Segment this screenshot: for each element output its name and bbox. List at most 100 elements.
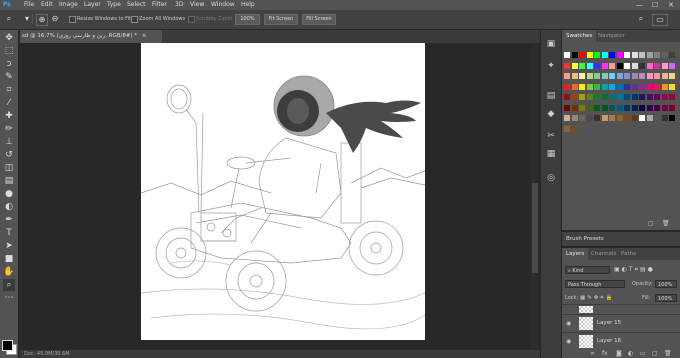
color-swatch[interactable]: [579, 52, 585, 58]
color-swatch[interactable]: [594, 94, 600, 100]
color-swatch[interactable]: [586, 104, 593, 111]
color-swatch[interactable]: [654, 62, 660, 69]
lock-icons[interactable]: ▦✎✥⌗🔒: [580, 294, 614, 302]
tab-channels[interactable]: Channels: [587, 248, 620, 260]
color-swatch[interactable]: [564, 83, 570, 90]
document-size-info[interactable]: Doc: 45.0M/30.6M: [24, 351, 70, 357]
crop-icon[interactable]: ⌗: [3, 84, 15, 96]
fit-screen-button[interactable]: Fit Screen: [264, 14, 298, 25]
menu-help[interactable]: Help: [241, 0, 255, 10]
color-swatch[interactable]: [609, 83, 615, 90]
color-swatch[interactable]: [594, 73, 600, 79]
brush-settings-icon[interactable]: ◆: [545, 108, 557, 120]
color-swatch[interactable]: [564, 104, 570, 111]
menu-layer[interactable]: Layer: [84, 0, 101, 10]
color-swatch[interactable]: [564, 62, 570, 69]
delete-layer-icon[interactable]: 🗑: [664, 349, 672, 358]
color-swatch[interactable]: [631, 52, 638, 58]
color-swatch[interactable]: [639, 73, 645, 79]
visibility-icon[interactable]: ◉: [566, 320, 573, 327]
color-swatch[interactable]: [579, 115, 585, 121]
color-swatch[interactable]: [646, 94, 653, 100]
color-swatch[interactable]: [594, 83, 600, 90]
color-swatch[interactable]: [639, 104, 645, 111]
pen-icon[interactable]: ✒: [3, 214, 15, 226]
color-swatch[interactable]: [594, 115, 600, 121]
menu-select[interactable]: Select: [127, 0, 146, 10]
eyedropper-icon[interactable]: ⁄: [3, 97, 15, 109]
adjustment-layer-icon[interactable]: ◐: [628, 349, 633, 358]
color-swatch[interactable]: [661, 94, 668, 100]
quick-select-icon[interactable]: ✎: [3, 71, 15, 83]
zoom-in-icon[interactable]: ⊕: [36, 14, 48, 26]
color-swatch[interactable]: [646, 83, 653, 90]
color-swatch[interactable]: [661, 83, 668, 90]
color-swatch[interactable]: [571, 115, 578, 121]
path-select-icon[interactable]: ➤: [3, 240, 15, 252]
color-swatch[interactable]: [586, 73, 593, 79]
blur-icon[interactable]: ●: [3, 188, 15, 200]
color-swatch[interactable]: [624, 83, 630, 90]
menu-filter[interactable]: Filter: [152, 0, 167, 10]
hand-icon[interactable]: ✋: [3, 266, 15, 278]
new-group-icon[interactable]: ▭: [640, 349, 646, 358]
close-icon[interactable]: ✕: [668, 0, 674, 10]
color-swatch[interactable]: [616, 62, 623, 69]
color-swatch[interactable]: [601, 62, 608, 69]
maximize-icon[interactable]: ☐: [652, 0, 658, 10]
vertical-scrollbar[interactable]: [531, 43, 539, 350]
marquee-icon[interactable]: ⬚: [3, 45, 15, 57]
color-swatch[interactable]: [654, 94, 660, 100]
visibility-icon[interactable]: ◉: [566, 338, 573, 345]
layer-row[interactable]: [562, 304, 680, 314]
color-swatch[interactable]: [669, 115, 675, 121]
fill-input[interactable]: 100%: [655, 294, 677, 302]
color-swatch[interactable]: [646, 115, 653, 121]
paragraph-icon[interactable]: ◎: [545, 172, 557, 184]
move-icon[interactable]: ✥: [3, 32, 15, 44]
layer-mask-icon[interactable]: ◙: [616, 349, 622, 358]
delete-swatch-icon[interactable]: 🗑: [662, 220, 670, 227]
color-swatch[interactable]: [631, 104, 638, 111]
color-swatch[interactable]: [564, 115, 570, 121]
resize-windows-checkbox[interactable]: [69, 16, 76, 23]
zoom-100-button[interactable]: 100%: [235, 14, 260, 25]
fill-screen-button[interactable]: Fill Screen: [302, 14, 336, 25]
color-swatch[interactable]: [669, 83, 675, 90]
canvas[interactable]: [140, 43, 426, 340]
color-swatch[interactable]: [571, 125, 578, 132]
color-swatch[interactable]: [624, 94, 630, 100]
color-swatch[interactable]: [586, 83, 593, 90]
blend-mode-dropdown[interactable]: Pass Through: [565, 280, 625, 288]
color-swatch[interactable]: [571, 104, 578, 111]
color-swatch[interactable]: [646, 73, 653, 79]
color-swatch[interactable]: [616, 104, 623, 111]
color-swatch[interactable]: [601, 115, 608, 121]
color-swatch[interactable]: [624, 62, 630, 69]
zoom-tool-icon[interactable]: ⌕: [4, 14, 14, 24]
color-swatch[interactable]: [586, 115, 593, 121]
color-swatch[interactable]: [601, 94, 608, 100]
color-swatch[interactable]: [571, 83, 578, 90]
kind-filter-dropdown[interactable]: ⌕ Kind: [565, 266, 610, 274]
tab-layers[interactable]: Layers: [562, 248, 589, 260]
color-swatch[interactable]: [564, 94, 570, 100]
color-swatch[interactable]: [601, 73, 608, 79]
color-swatch[interactable]: [609, 94, 615, 100]
color-swatch[interactable]: [579, 94, 585, 100]
brush-presets-tab[interactable]: Brush Presets: [566, 232, 604, 246]
color-swatch[interactable]: [564, 73, 570, 79]
menu-edit[interactable]: Edit: [41, 0, 53, 10]
zoom-all-checkbox[interactable]: [131, 16, 138, 23]
properties-icon[interactable]: ▤: [545, 90, 557, 102]
color-swatch[interactable]: [579, 73, 585, 79]
color-swatch[interactable]: [609, 52, 615, 58]
color-swatch[interactable]: [639, 115, 645, 121]
color-swatch[interactable]: [654, 52, 660, 58]
foreground-color-swatch[interactable]: [2, 340, 13, 351]
color-swatch[interactable]: [646, 52, 653, 58]
layer-row[interactable]: ◉ Layer 16: [562, 332, 680, 350]
new-swatch-icon[interactable]: ▢: [648, 220, 654, 227]
color-swatch[interactable]: [609, 104, 615, 111]
minimize-icon[interactable]: —: [636, 0, 643, 10]
